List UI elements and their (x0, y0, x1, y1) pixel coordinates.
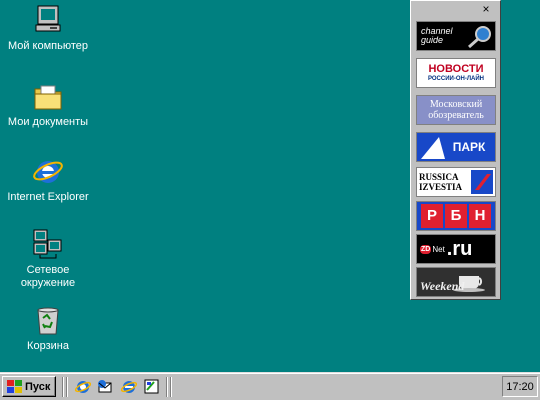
internet-explorer-icon (32, 155, 64, 187)
channel-weekend-label: Weekend (420, 279, 465, 293)
taskbar-separator (62, 377, 64, 397)
desktop-icon-label: Internet Explorer (7, 191, 89, 203)
channel-rbn-letter-b: Б (445, 204, 467, 228)
desktop: Мой компьютер Мои документы Internet Exp… (0, 0, 540, 372)
channel-novosti-title: НОВОСТИ (428, 63, 484, 75)
windows-logo-icon (6, 379, 22, 394)
channel-moskovsky-obozrevatel[interactable]: Московский обозреватель (416, 95, 496, 125)
taskbar-separator (66, 377, 68, 397)
ie-quicklaunch-icon[interactable] (74, 378, 92, 395)
magnifier-globe-icon (468, 26, 491, 49)
outlook-express-icon[interactable] (96, 378, 113, 395)
channel-bar-close-button[interactable]: × (480, 3, 492, 15)
desktop-icon-network-neighborhood[interactable]: Сетевое окружение (0, 228, 96, 290)
channel-rbn-letter-r: Р (421, 204, 443, 228)
clock[interactable]: 17:20 (506, 381, 534, 393)
desktop-ie-icon[interactable] (120, 378, 138, 395)
start-button-label: Пуск (25, 380, 51, 393)
channel-park[interactable]: ПАРК (416, 132, 496, 162)
izvestia-logo-icon (471, 170, 493, 194)
desktop-icon-my-computer[interactable]: Мой компьютер (0, 4, 96, 53)
system-tray: 17:20 (502, 376, 538, 397)
channel-mo-line1: Московский (429, 99, 483, 110)
desktop-icon-label: Сетевое окружение (20, 264, 76, 289)
desktop-icon-label: Корзина (27, 340, 69, 352)
show-desktop-icon[interactable] (143, 378, 160, 395)
desktop-icon-my-documents[interactable]: Мои документы (0, 80, 96, 129)
channel-russica-line2: IZVESTIA (419, 182, 463, 192)
channel-guide-button[interactable]: channel guide (416, 21, 496, 51)
park-logo-icon (421, 137, 445, 159)
channel-russica-line1: RUSSICA (419, 172, 459, 182)
taskbar-separator (166, 377, 168, 397)
desktop-icon-recycle-bin[interactable]: Корзина (0, 304, 96, 353)
my-documents-folder-icon (32, 80, 64, 112)
desktop-icon-label: Мой компьютер (7, 40, 89, 52)
channel-bar: × channel guide НОВОСТИ РОССИИ-ОН-ЛАЙН М… (410, 0, 501, 300)
taskbar-separator (170, 377, 172, 397)
desktop-icon-label: Мои документы (7, 116, 89, 128)
channel-rbn[interactable]: Р Б Н (416, 201, 496, 231)
channel-zdnet-zd: ZD (420, 244, 432, 254)
channel-novosti-rossii[interactable]: НОВОСТИ РОССИИ-ОН-ЛАЙН (416, 58, 496, 88)
channel-zdnet-ru[interactable]: ZD Net .ru (416, 234, 496, 264)
channel-weekend[interactable]: Weekend (416, 267, 496, 297)
channel-zdnet-ru-text: .ru (446, 237, 473, 260)
desktop-icon-internet-explorer[interactable]: Internet Explorer (0, 155, 96, 204)
channel-rbn-letter-n: Н (469, 204, 491, 228)
channel-russica-izvestia[interactable]: RUSSICA IZVESTIA (416, 167, 496, 197)
network-neighborhood-icon (32, 228, 64, 260)
channel-guide-label-2: guide (421, 35, 444, 45)
taskbar: Пуск 17:20 (0, 372, 540, 400)
channel-zdnet-net: Net (432, 244, 445, 254)
my-computer-icon (32, 4, 64, 36)
recycle-bin-icon (32, 304, 64, 336)
channel-novosti-subtitle: РОССИИ-ОН-ЛАЙН (427, 76, 485, 82)
channel-mo-line2: обозреватель (428, 110, 484, 121)
start-button[interactable]: Пуск (2, 376, 56, 397)
